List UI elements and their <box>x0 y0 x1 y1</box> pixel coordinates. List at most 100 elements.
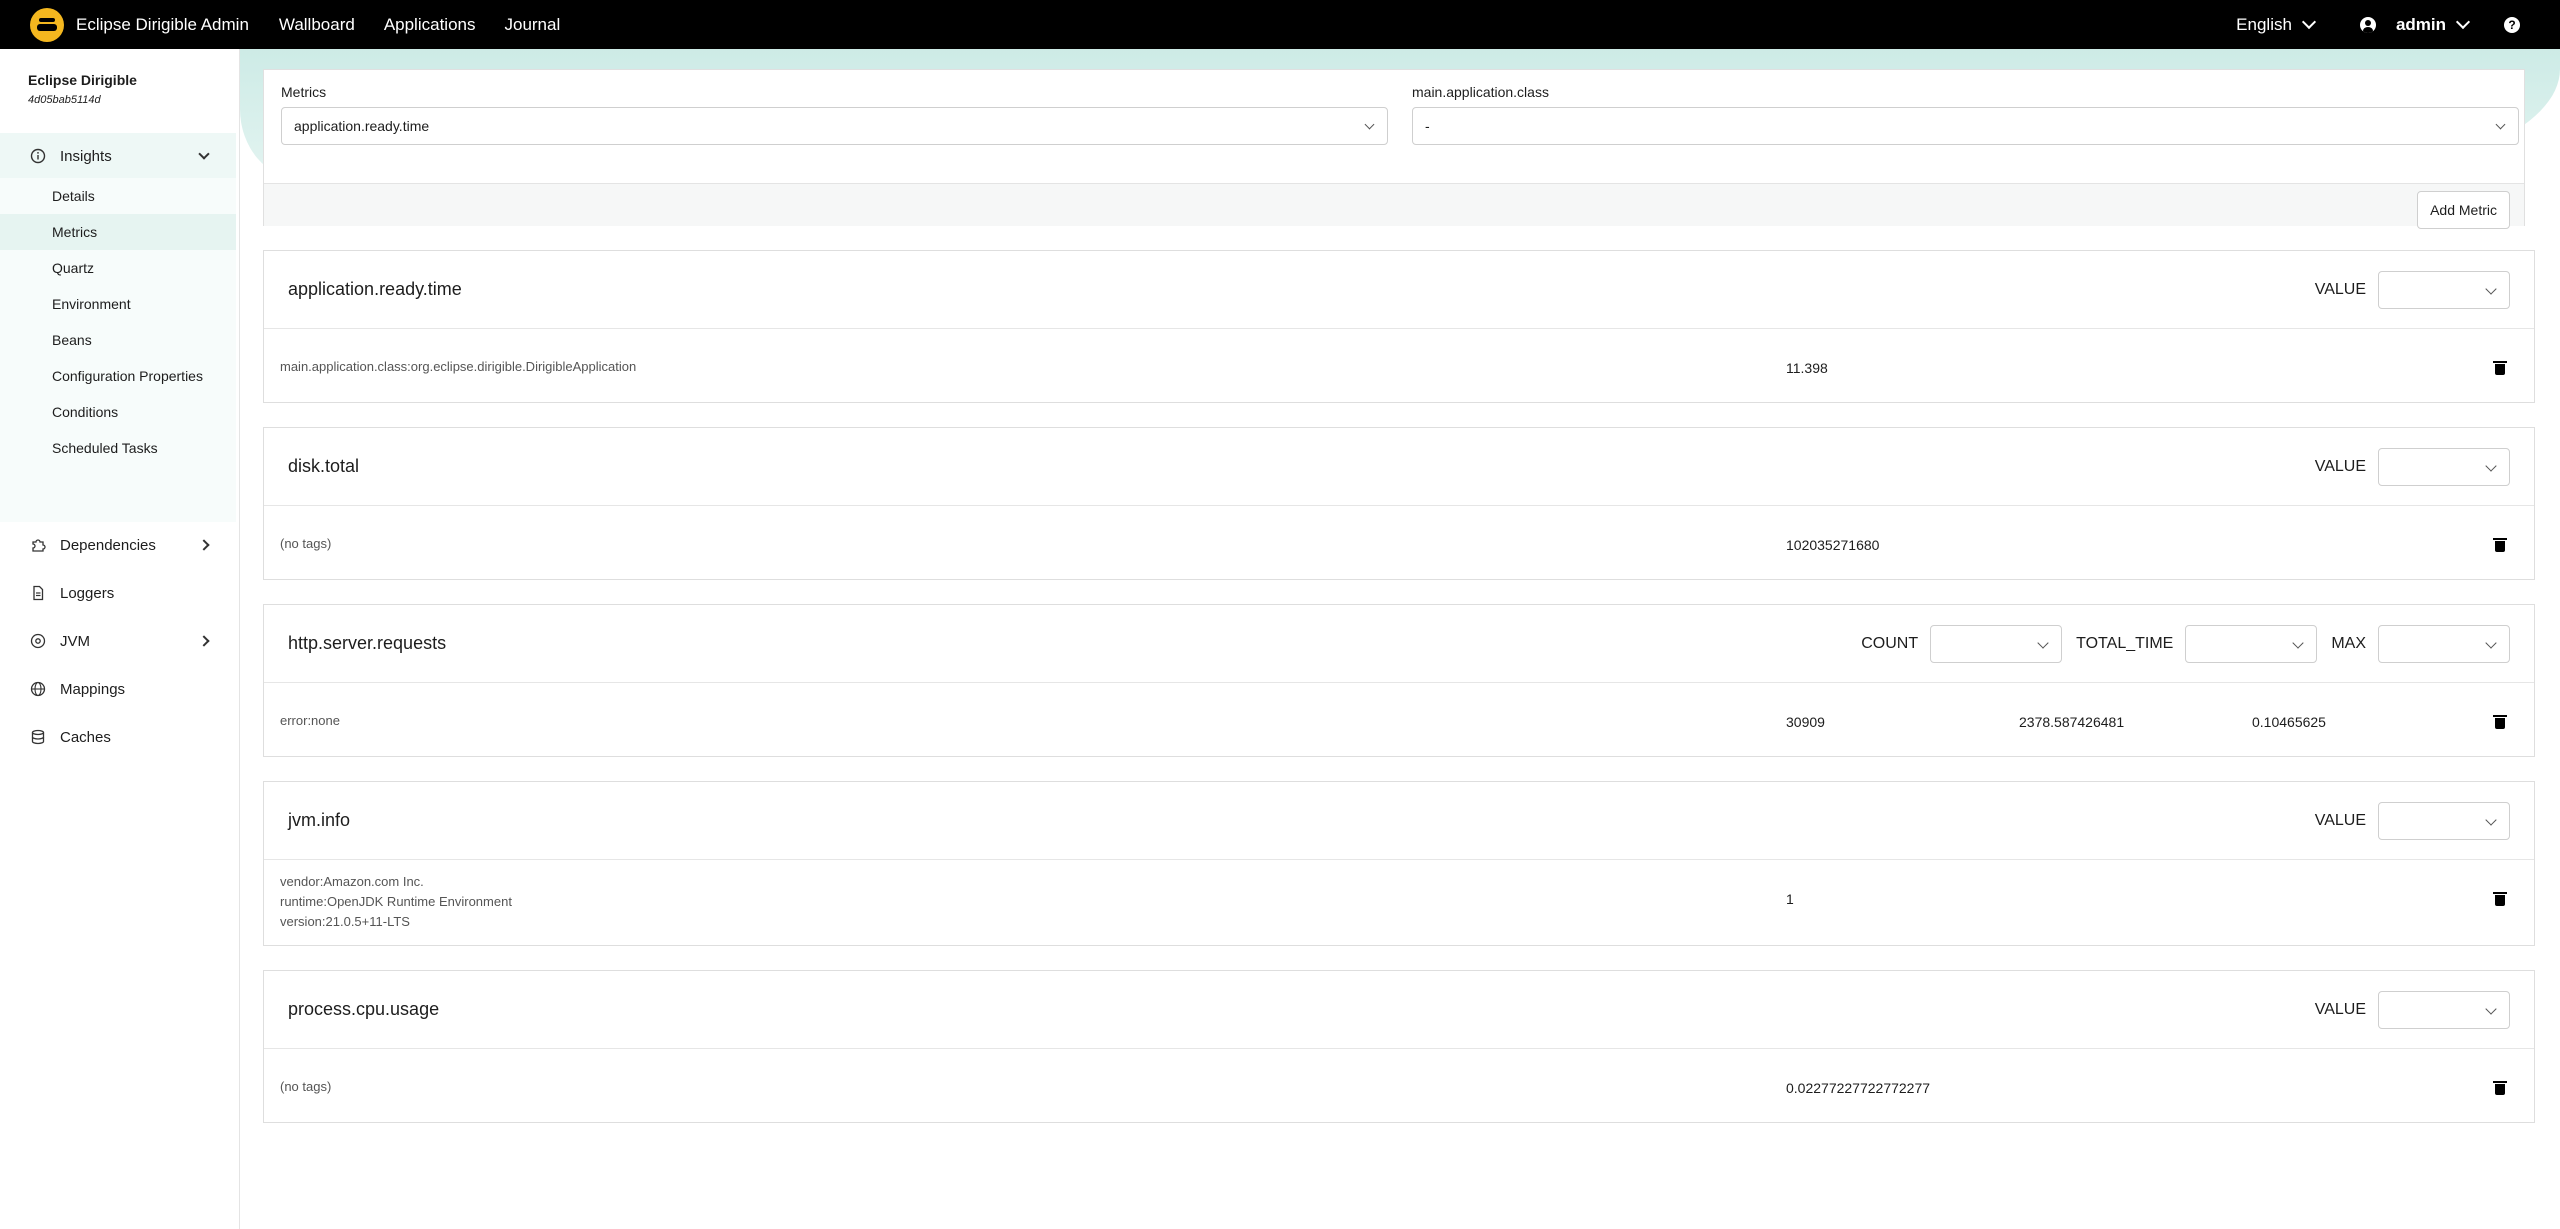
chevron-right-icon <box>198 635 210 647</box>
dirigible-logo-icon <box>30 7 64 42</box>
metric-card-header: disk.total VALUE <box>264 428 2534 506</box>
metric-card-header: process.cpu.usage VALUE <box>264 971 2534 1049</box>
sidebar-item-metrics[interactable]: Metrics <box>0 214 236 250</box>
nav-journal[interactable]: Journal <box>504 15 560 35</box>
metric-card: application.ready.time VALUE main.applic… <box>263 250 2535 403</box>
metric-tags: main.application.class:org.eclipse.dirig… <box>280 357 636 377</box>
metric-card-header: jvm.info VALUE <box>264 782 2534 860</box>
document-icon <box>29 584 47 602</box>
statistic-label: VALUE <box>2314 1001 2366 1018</box>
metric-value: 11.398 <box>1786 360 1828 376</box>
add-metric-button[interactable]: Add Metric <box>2417 191 2510 229</box>
metric-tags: (no tags) <box>280 534 331 554</box>
metrics-label: Metrics <box>281 84 327 100</box>
sidebar-group-loggers[interactable]: Loggers <box>0 570 236 616</box>
app-title: Eclipse Dirigible Admin <box>76 14 249 34</box>
language-label: English <box>2236 14 2292 34</box>
statistic-label: VALUE <box>2314 281 2366 298</box>
nav-applications[interactable]: Applications <box>384 15 476 35</box>
sidebar-group-label: JVM <box>60 632 90 650</box>
tag: (no tags) <box>280 1079 332 1094</box>
sidebar-group-insights[interactable]: Insights <box>0 133 236 179</box>
sidebar-item-environment[interactable]: Environment <box>0 286 236 322</box>
sidebar-group-label: Loggers <box>60 584 115 602</box>
user-menu[interactable]: admin <box>2359 14 2471 35</box>
language-selector[interactable]: English <box>2236 14 2317 35</box>
metric-name: application.ready.time <box>288 279 462 299</box>
globe-icon <box>29 680 47 698</box>
metric-value: 0.10465625 <box>2252 714 2326 730</box>
trash-icon[interactable] <box>2493 1081 2507 1095</box>
sidebar-item-label: Quartz <box>52 260 95 276</box>
statistic-format-select[interactable] <box>2378 802 2510 840</box>
tag-select[interactable]: - <box>1412 107 2519 145</box>
statistic-format-select[interactable] <box>2378 625 2510 663</box>
metric-name: jvm.info <box>288 810 351 830</box>
statistic-format-select[interactable] <box>2378 991 2510 1029</box>
metric-value: 2378.587426481 <box>2019 714 2125 730</box>
chevron-down-icon <box>198 148 210 160</box>
tag: vendor:Amazon.com Inc. <box>280 874 424 889</box>
database-icon <box>29 728 47 746</box>
chevron-down-icon <box>1364 119 1375 130</box>
sidebar-group-mappings[interactable]: Mappings <box>0 666 236 712</box>
sidebar-item-label: Metrics <box>52 224 98 240</box>
sidebar-item-details[interactable]: Details <box>0 178 236 214</box>
puzzle-icon <box>29 536 47 554</box>
tag: error:none <box>280 713 340 728</box>
statistic-format-select[interactable] <box>2185 625 2318 663</box>
trash-icon[interactable] <box>2493 538 2507 552</box>
statistic-label: COUNT <box>1861 635 1919 652</box>
trash-icon[interactable] <box>2493 361 2507 375</box>
brand[interactable]: Eclipse Dirigible Admin <box>30 7 249 42</box>
statistic-format-select[interactable] <box>2378 271 2510 309</box>
statistic-label: VALUE <box>2314 458 2366 475</box>
metric-value: 1 <box>1786 891 1794 907</box>
metric-name: process.cpu.usage <box>288 999 440 1019</box>
gauge-icon <box>29 632 47 650</box>
statistic-format-select[interactable] <box>1930 625 2063 663</box>
statistic-label: VALUE <box>2314 812 2366 829</box>
help-icon[interactable]: ? <box>2504 16 2520 33</box>
user-icon <box>2359 16 2376 33</box>
sidebar: Eclipse Dirigible 4d05bab5114d Insights … <box>0 49 240 1229</box>
chevron-right-icon <box>198 539 210 551</box>
metric-name: disk.total <box>288 456 360 476</box>
top-bar: Eclipse Dirigible Admin Wallboard Applic… <box>0 0 2560 49</box>
sidebar-item-label: Scheduled Tasks <box>52 440 158 456</box>
sidebar-group-caches[interactable]: Caches <box>0 714 236 760</box>
metric-tags: vendor:Amazon.com Inc. runtime:OpenJDK R… <box>280 872 512 932</box>
trash-icon[interactable] <box>2493 715 2507 729</box>
metric-tags: error:none <box>280 711 340 731</box>
sidebar-item-configuration-properties[interactable]: Configuration Properties <box>0 358 236 394</box>
metric-value: 102035271680 <box>1786 537 1880 553</box>
sidebar-item-beans[interactable]: Beans <box>0 322 236 358</box>
sidebar-group-label: Mappings <box>60 680 126 698</box>
tag-label: main.application.class <box>1412 84 1549 100</box>
statistic-format-select[interactable] <box>2378 448 2510 486</box>
metric-card: disk.total VALUE (no tags) 102035271680 <box>263 427 2535 580</box>
sidebar-item-label: Conditions <box>52 404 119 420</box>
metric-value: 0.02277227722772277 <box>1786 1080 1931 1096</box>
metric-card: http.server.requests COUNT TOTAL_TIME MA… <box>263 604 2535 757</box>
sidebar-item-scheduled-tasks[interactable]: Scheduled Tasks <box>0 430 236 466</box>
sidebar-group-jvm[interactable]: JVM <box>0 618 236 664</box>
metric-card: process.cpu.usage VALUE (no tags) 0.0227… <box>263 970 2535 1123</box>
chevron-down-icon <box>2301 14 2317 29</box>
statistic-label: MAX <box>2331 635 2366 652</box>
tag-select-value: - <box>1425 118 1430 134</box>
sidebar-group-dependencies[interactable]: Dependencies <box>0 522 236 568</box>
metrics-select-value: application.ready.time <box>294 118 430 134</box>
tag: version:21.0.5+11-LTS <box>280 914 410 929</box>
chevron-down-icon <box>2495 119 2506 130</box>
trash-icon[interactable] <box>2493 892 2507 906</box>
metrics-select[interactable]: application.ready.time <box>281 107 1388 145</box>
chevron-down-icon <box>2455 14 2471 29</box>
sidebar-item-label: Configuration Properties <box>52 368 203 384</box>
metric-name: http.server.requests <box>288 633 447 653</box>
sidebar-item-quartz[interactable]: Quartz <box>0 250 236 286</box>
sidebar-item-label: Environment <box>52 296 131 312</box>
nav-wallboard[interactable]: Wallboard <box>279 15 355 35</box>
filter-footer: Add Metric <box>264 183 2524 229</box>
sidebar-item-conditions[interactable]: Conditions <box>0 394 236 430</box>
